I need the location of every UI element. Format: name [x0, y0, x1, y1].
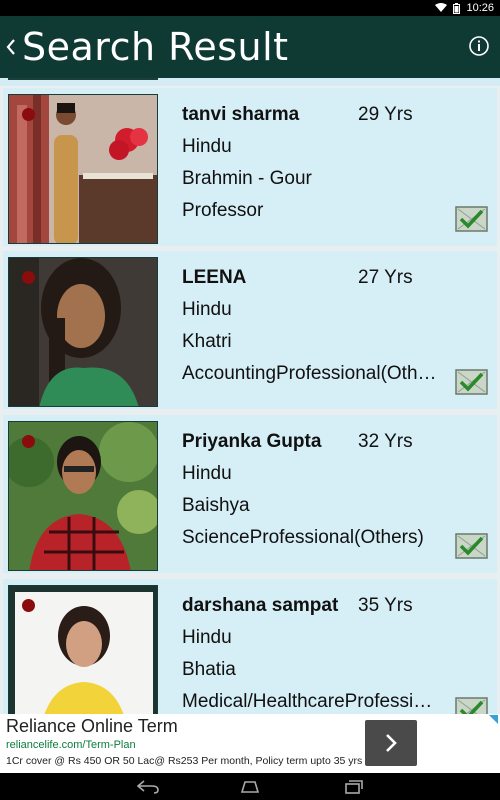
profile-age: 27 Yrs [358, 267, 413, 288]
ad-url[interactable]: reliancelife.com/Term-Plan [6, 739, 136, 751]
profile-name[interactable]: Priyanka Gupta [182, 431, 321, 453]
profile-occupation: Professor [182, 200, 264, 221]
result-card[interactable]: LEENA 27 Yrs Hindu Khatri AccountingProf… [3, 251, 497, 409]
result-card[interactable]: Priyanka Gupta 32 Yrs Hindu Baishya Scie… [3, 415, 497, 573]
battery-icon [453, 2, 461, 14]
profile-age: 35 Yrs [358, 595, 413, 616]
shortlist-checkbox-icon[interactable] [455, 697, 488, 714]
profile-caste: Baishya [182, 495, 250, 516]
chevron-left-icon [6, 39, 15, 55]
profile-age: 32 Yrs [358, 431, 413, 452]
shortlist-checkbox-icon[interactable] [455, 369, 488, 395]
online-status-dot [22, 271, 35, 284]
profile-caste: Khatri [182, 331, 232, 352]
status-time: 10:26 [466, 2, 494, 14]
profile-religion: Hindu [182, 299, 232, 320]
ad-go-button[interactable] [365, 720, 417, 766]
ad-choices-icon[interactable] [489, 715, 498, 724]
profile-name[interactable]: LEENA [182, 267, 246, 289]
recent-apps-icon[interactable] [341, 779, 363, 794]
profile-caste: Brahmin - Gour [182, 168, 312, 189]
profile-name[interactable]: darshana sampat [182, 595, 338, 617]
profile-occupation: Medical/HealthcareProfessional [182, 691, 438, 712]
status-bar: 10:26 [0, 0, 500, 16]
result-card[interactable]: darshana sampat 35 Yrs Hindu Bhatia Medi… [3, 579, 497, 714]
online-status-dot [22, 599, 35, 612]
home-icon[interactable] [239, 780, 261, 794]
system-nav-bar [0, 773, 500, 800]
profile-caste: Bhatia [182, 659, 236, 680]
online-status-dot [22, 108, 35, 121]
back-button[interactable] [0, 16, 22, 78]
profile-photo[interactable] [8, 94, 158, 244]
profile-photo[interactable] [8, 257, 158, 407]
online-status-dot [22, 435, 35, 448]
wifi-icon [435, 3, 448, 12]
profile-photo[interactable] [8, 585, 158, 714]
ad-banner[interactable]: Reliance Online Term reliancelife.com/Te… [0, 714, 500, 773]
profile-occupation: ScienceProfessional(Others) [182, 527, 424, 548]
shortlist-checkbox-icon[interactable] [455, 533, 488, 559]
result-card[interactable]: tanvi sharma 29 Yrs Hindu Brahmin - Gour… [3, 88, 497, 246]
profile-name[interactable]: tanvi sharma [182, 104, 299, 126]
results-list[interactable]: tanvi sharma 29 Yrs Hindu Brahmin - Gour… [0, 78, 500, 714]
previous-card-edge [0, 78, 500, 86]
page-title: Search Result [22, 25, 289, 69]
profile-religion: Hindu [182, 463, 232, 484]
profile-photo[interactable] [8, 421, 158, 571]
profile-religion: Hindu [182, 136, 232, 157]
back-icon[interactable] [137, 779, 159, 794]
info-icon [469, 36, 489, 56]
profile-occupation: AccountingProfessional(Others) [182, 363, 438, 384]
ad-title[interactable]: Reliance Online Term [6, 716, 178, 737]
info-button[interactable] [468, 35, 490, 57]
ad-description: 1Cr cover @ Rs 450 OR 50 Lac@ Rs253 Per … [6, 755, 363, 767]
app-bar: Search Result [0, 16, 500, 78]
profile-religion: Hindu [182, 627, 232, 648]
shortlist-checkbox-icon[interactable] [455, 206, 488, 232]
chevron-right-icon [386, 734, 397, 752]
profile-age: 29 Yrs [358, 104, 413, 125]
